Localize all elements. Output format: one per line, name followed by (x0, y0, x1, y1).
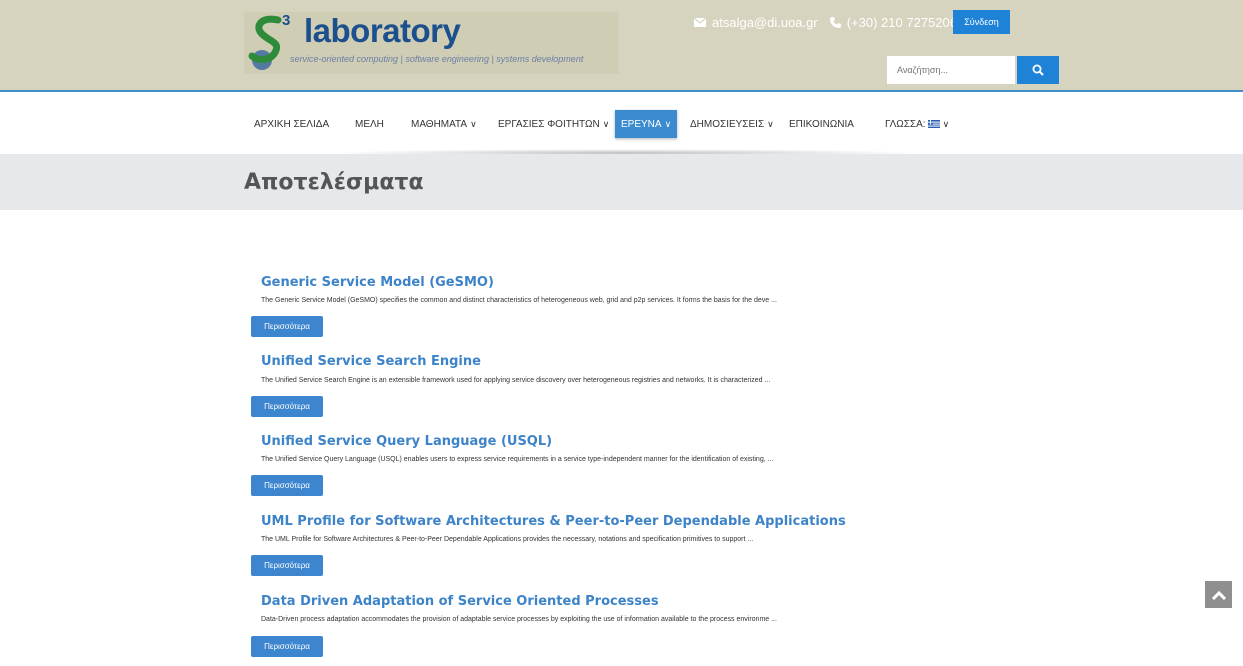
more-button[interactable]: Περισσότερα (251, 636, 323, 657)
nav-item-label: ΕΠΙΚΟΙΝΩΝΙΑ (789, 118, 854, 130)
header-bar: 3 laboratory service-oriented computing … (0, 0, 1243, 90)
nav-item-label: ΜΕΛΗ (355, 118, 384, 130)
search-input[interactable] (887, 56, 1015, 84)
contact-info: atsalga@di.uoa.gr (+30) 210 7275206 (694, 15, 957, 30)
chevron-down-icon: ∨ (942, 118, 950, 129)
chevron-down-icon: ∨ (664, 118, 672, 129)
logo-superscript: 3 (282, 12, 291, 29)
chevron-down-icon: ∨ (602, 118, 610, 129)
result-title-link[interactable]: Unified Service Query Language (USQL) (261, 434, 552, 449)
page-title: Αποτελέσματα (244, 170, 424, 195)
result-title-link[interactable]: Data Driven Adaptation of Service Orient… (261, 594, 659, 609)
phone-icon (829, 17, 841, 28)
contact-email[interactable]: atsalga@di.uoa.gr (712, 15, 818, 30)
result-description: The Generic Service Model (GeSMO) specif… (261, 297, 777, 304)
search-icon (1032, 64, 1044, 76)
logo-tagline: service-oriented computing | software en… (290, 54, 584, 64)
nav-item-research[interactable]: ΕΡΕΥΝΑ ∨ (615, 110, 678, 138)
result-title-link[interactable]: UML Profile for Software Architectures &… (261, 514, 846, 529)
logo-text: laboratory (304, 12, 461, 49)
nav-item-contact[interactable]: ΕΠΙΚΟΙΝΩΝΙΑ (789, 110, 854, 138)
result-title-link[interactable]: Unified Service Search Engine (261, 354, 481, 369)
envelope-icon (694, 18, 706, 27)
site-logo[interactable]: 3 laboratory service-oriented computing … (244, 12, 619, 74)
nav-item-home[interactable]: ΑΡΧΙΚΗ ΣΕΛΙΔΑ (254, 110, 329, 138)
login-button[interactable]: Σύνδεση (953, 10, 1010, 34)
chevron-down-icon: ∨ (767, 118, 774, 129)
contact-phone[interactable]: (+30) 210 7275206 (847, 15, 957, 30)
more-button[interactable]: Περισσότερα (251, 555, 323, 576)
nav-item-language[interactable]: ΓΛΩΣΣΑ: ∨ (885, 110, 949, 138)
nav-item-student-projects[interactable]: ΕΡΓΑΣΙΕΣ ΦΟΙΤΗΤΩΝ ∨ (498, 110, 609, 138)
greek-flag-icon (927, 120, 940, 128)
nav-item-label: ΔΗΜΟΣΙΕΥΣΕΙΣ (690, 118, 765, 130)
more-button[interactable]: Περισσότερα (251, 396, 323, 417)
nav-item-label: ΕΡΕΥΝΑ (621, 118, 662, 130)
search-button[interactable] (1017, 56, 1059, 84)
chevron-down-icon: ∨ (470, 118, 477, 129)
result-description: The UML Profile for Software Architectur… (261, 536, 754, 543)
scroll-to-top-button[interactable] (1205, 581, 1232, 608)
nav-item-members[interactable]: ΜΕΛΗ (355, 110, 384, 138)
page-title-band (0, 154, 1243, 210)
nav-item-label: ΑΡΧΙΚΗ ΣΕΛΙΔΑ (254, 118, 330, 130)
result-description: The Unified Service Query Language (USQL… (261, 456, 774, 463)
nav-item-label: ΕΡΓΑΣΙΕΣ ΦΟΙΤΗΤΩΝ (498, 118, 600, 130)
nav-item-label: ΜΑΘΗΜΑΤΑ (411, 118, 468, 130)
nav-item-courses[interactable]: ΜΑΘΗΜΑΤΑ ∨ (411, 110, 477, 138)
more-button[interactable]: Περισσότερα (251, 475, 323, 496)
result-description: Data-Driven process adaptation accommoda… (261, 616, 777, 623)
result-description: The Unified Service Search Engine is an … (261, 377, 771, 384)
more-button[interactable]: Περισσότερα (251, 316, 323, 337)
main-nav: ΑΡΧΙΚΗ ΣΕΛΙΔΑ ΜΕΛΗ ΜΑΘΗΜΑΤΑ ∨ ΕΡΓΑΣΙΕΣ Φ… (0, 92, 1243, 154)
nav-item-publications[interactable]: ΔΗΜΟΣΙΕΥΣΕΙΣ ∨ (690, 110, 774, 138)
nav-item-label: ΓΛΩΣΣΑ: (885, 118, 926, 130)
result-title-link[interactable]: Generic Service Model (GeSMO) (261, 275, 494, 290)
chevron-up-icon (1211, 590, 1226, 600)
